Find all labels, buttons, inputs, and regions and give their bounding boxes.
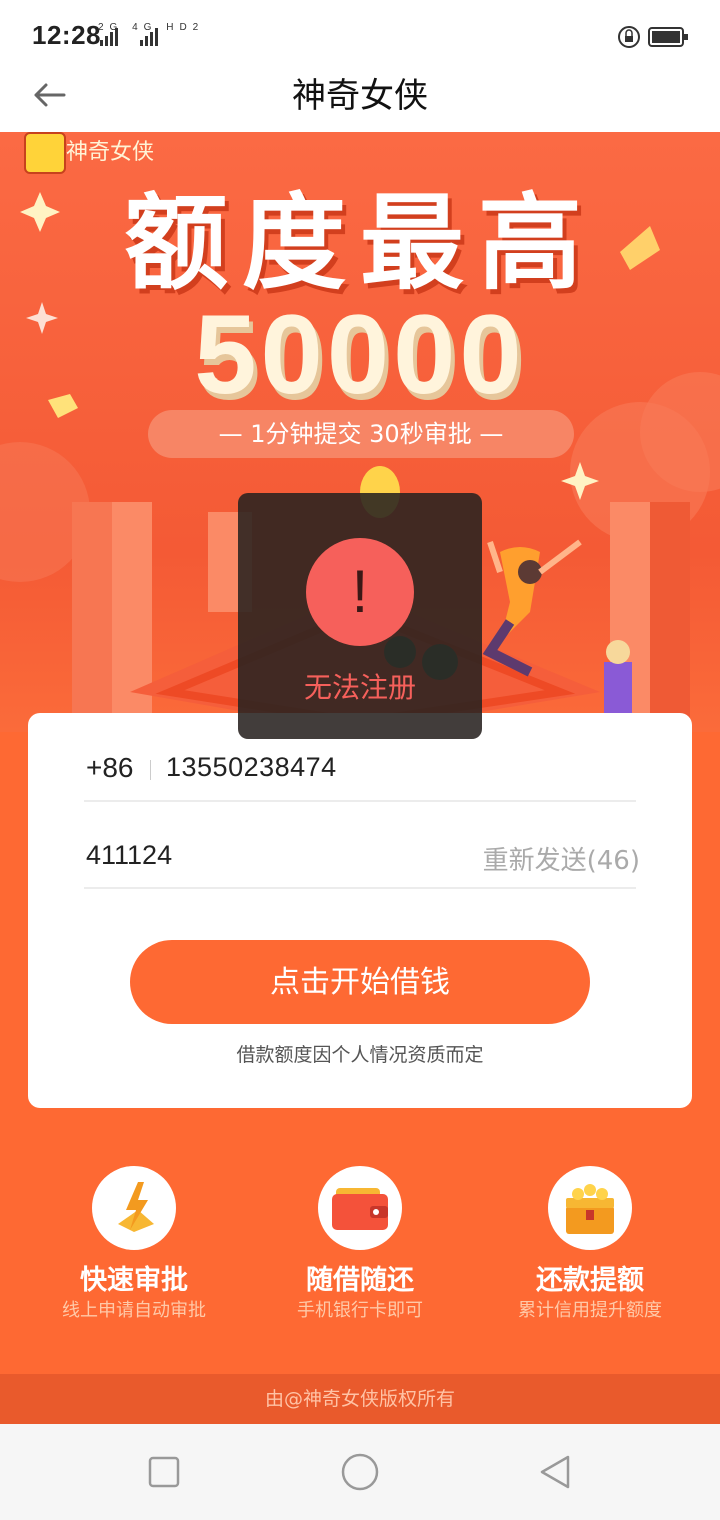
feature-title: 随借随还	[306, 1265, 414, 1296]
feature-fast-approval	[92, 1166, 176, 1250]
recent-apps-icon[interactable]	[146, 1454, 182, 1490]
lightning-icon	[118, 1182, 154, 1232]
tagline-text: — 1分钟提交 30秒审批 —	[218, 420, 504, 448]
feature-subtitle: 手机银行卡即可	[297, 1300, 423, 1321]
banner-amount: 50000	[194, 292, 526, 417]
country-code[interactable]: +86	[86, 752, 134, 784]
phone-underline	[84, 800, 636, 802]
back-icon[interactable]	[536, 1452, 576, 1492]
feature-flexible-repay	[318, 1166, 402, 1250]
banner-headline: 额度最高	[123, 182, 596, 304]
wallet-icon	[332, 1188, 388, 1230]
verification-code-input[interactable]: 411124	[86, 840, 172, 871]
status-time: 12:28	[32, 20, 101, 50]
feature-title: 还款提额	[536, 1265, 644, 1296]
feature-raise-limit	[548, 1166, 632, 1250]
feature-subtitle: 累计信用提升额度	[518, 1300, 662, 1321]
toast-message: 无法注册	[303, 671, 416, 704]
resend-code-button[interactable]: 重新发送(46)	[440, 840, 640, 877]
exclamation-mark: !	[351, 558, 369, 625]
network-type: 2G 4G HD2	[98, 22, 205, 33]
home-icon[interactable]	[340, 1452, 380, 1492]
feature-subtitle: 线上申请自动审批	[62, 1300, 206, 1321]
feature-title: 快速审批	[80, 1265, 188, 1296]
phone-input[interactable]: 13550238474	[166, 752, 337, 783]
treasure-chest-icon	[566, 1184, 614, 1234]
copyright-text: 由@神奇女侠版权所有	[264, 1388, 455, 1410]
start-borrow-button[interactable]: 点击开始借钱	[130, 940, 590, 1024]
credit-note: 借款额度因个人情况资质而定	[236, 1044, 484, 1066]
field-divider	[150, 760, 151, 780]
code-underline	[84, 887, 636, 889]
rotation-lock-icon	[618, 26, 640, 48]
page-title: 神奇女侠	[292, 76, 428, 116]
battery-icon	[648, 27, 688, 47]
